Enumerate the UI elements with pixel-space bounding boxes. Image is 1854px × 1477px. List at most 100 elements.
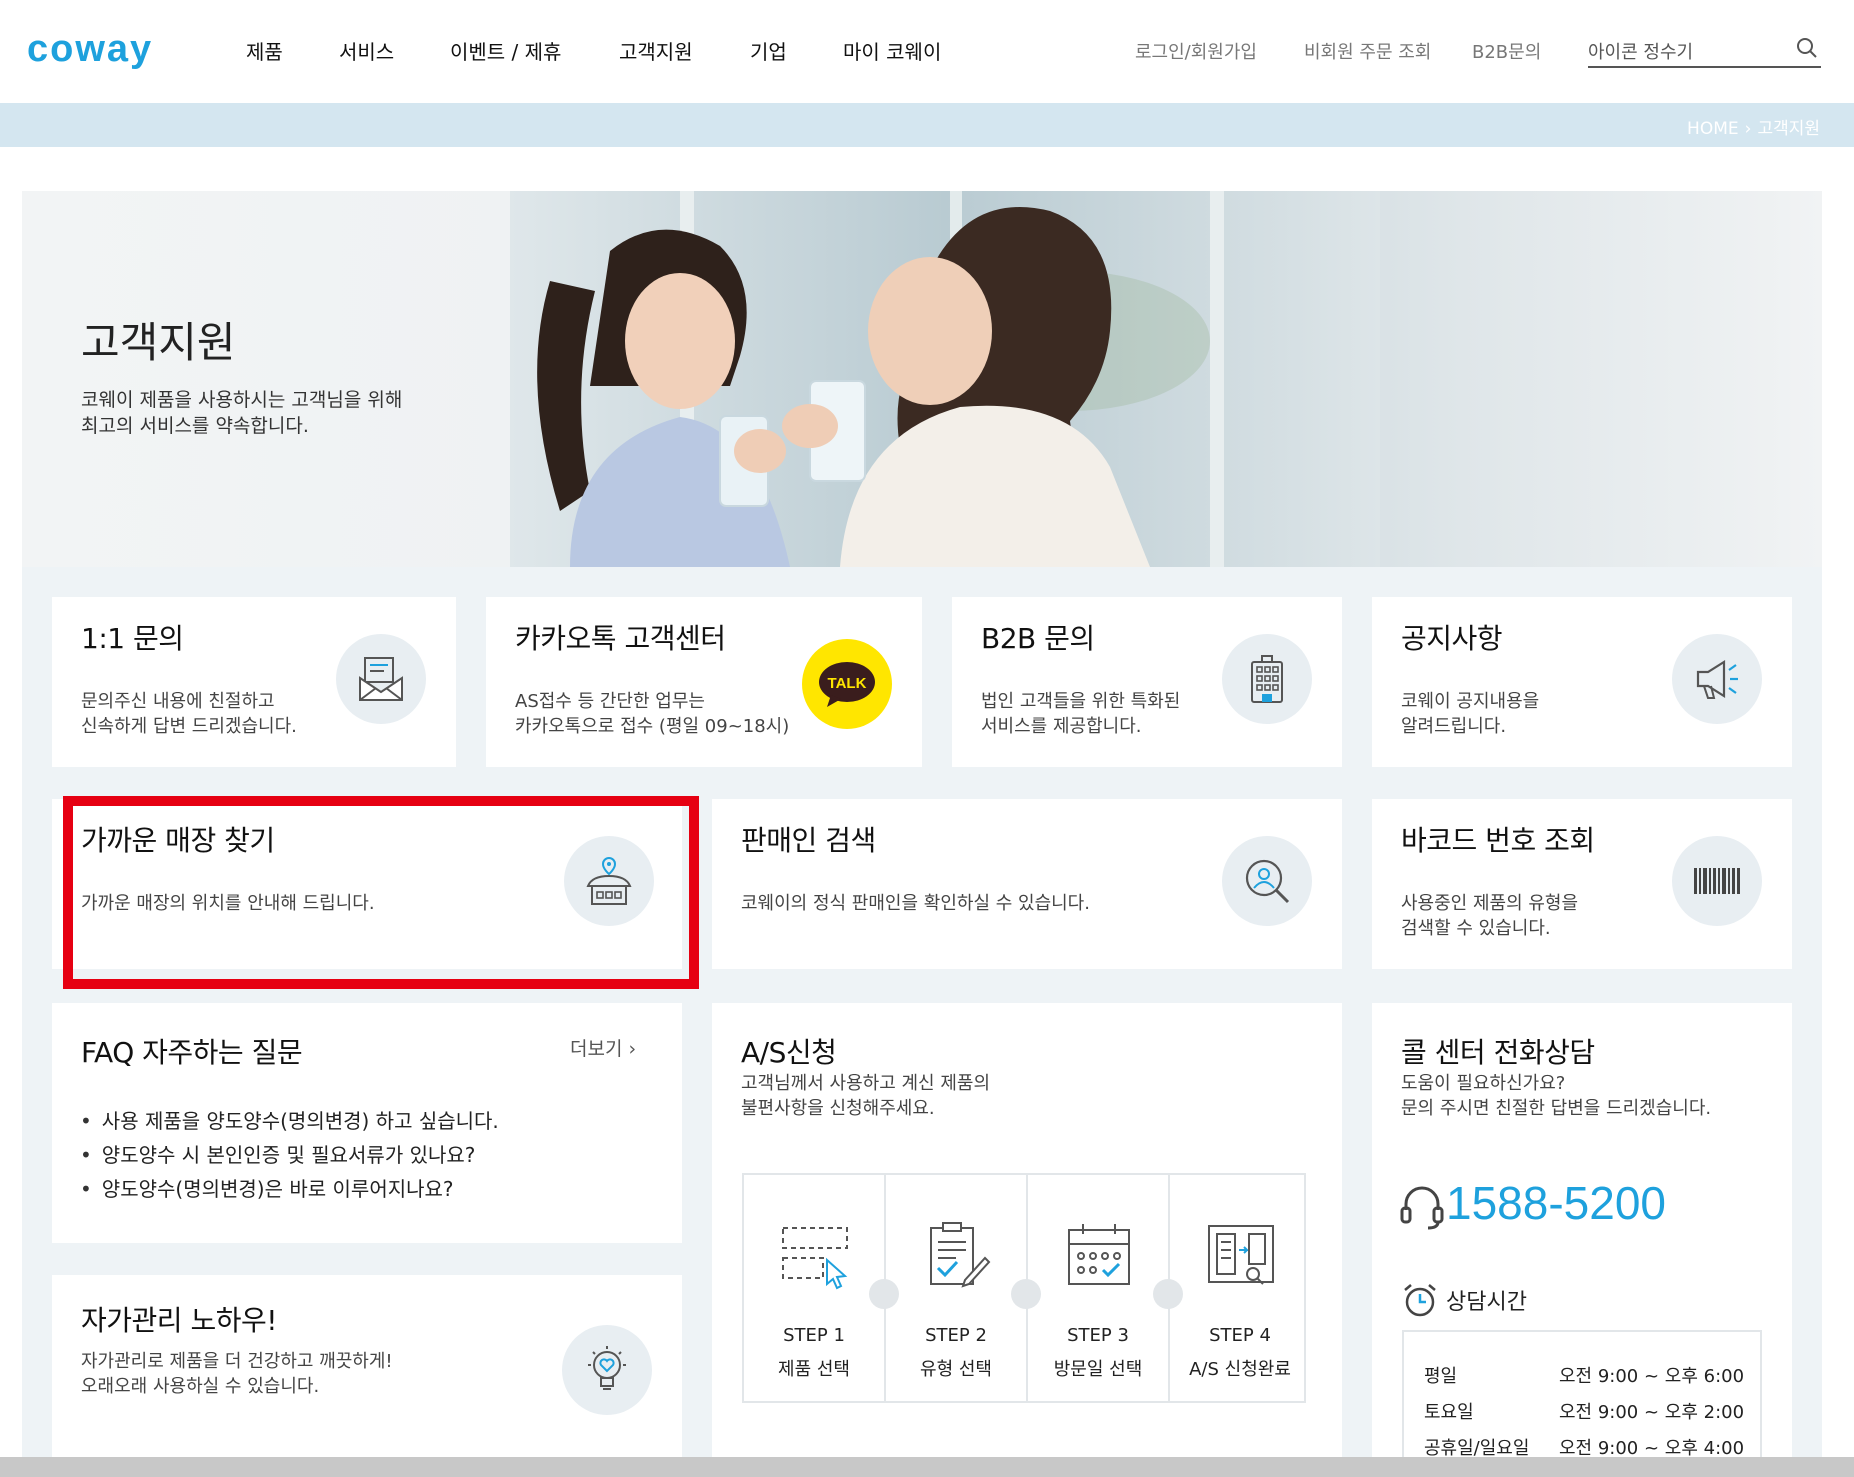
menu-my-coway[interactable]: 마이 코웨이 — [843, 36, 941, 65]
step-number: STEP 2 — [925, 1325, 987, 1346]
kakao-card[interactable]: 카카오톡 고객센터 AS접수 등 간단한 업무는 카카오톡으로 접수 (평일 0… — [486, 597, 922, 767]
as-step-3[interactable]: STEP 3 방문일 선택 — [1028, 1175, 1168, 1401]
as-step-1[interactable]: STEP 1 제품 선택 — [744, 1175, 884, 1401]
as-steps: STEP 1 제품 선택 STEP 2 유형 선택 STEP 3 방문일 선택 … — [742, 1173, 1306, 1403]
menu-service[interactable]: 서비스 — [339, 36, 394, 65]
hours-day: 공휴일/일요일 — [1424, 1438, 1530, 1459]
as-step-4[interactable]: STEP 4 A/S 신청완료 — [1170, 1175, 1310, 1401]
kakao-title: 카카오톡 고객센터 — [515, 622, 726, 655]
seller-search-title: 판매인 검색 — [741, 824, 876, 857]
step-arrow-icon — [1011, 1279, 1041, 1309]
hero-description: 코웨이 제품을 사용하시는 고객님을 위해 최고의 서비스를 약속합니다. — [81, 389, 403, 437]
hours-time: 오전 9:00 ~ 오후 6:00 — [1559, 1366, 1745, 1387]
step-number: STEP 3 — [1067, 1325, 1129, 1346]
faq-item[interactable]: 사용 제품을 양도양수(명의변경) 하고 싶습니다. — [80, 1104, 499, 1138]
seller-search-card[interactable]: 판매인 검색 코웨이의 정식 판매인을 확인하실 수 있습니다. — [712, 799, 1342, 969]
notice-card[interactable]: 공지사항 코웨이 공지내용을 알려드립니다. — [1372, 597, 1792, 767]
hero-banner: 고객지원 코웨이 제품을 사용하시는 고객님을 위해 최고의 서비스를 약속합니… — [22, 191, 1822, 567]
building-icon — [1251, 655, 1283, 703]
breadcrumb-home[interactable]: HOME — [1687, 119, 1739, 139]
mail-icon — [359, 657, 403, 701]
breadcrumb: HOME › 고객지원 — [1681, 114, 1820, 139]
step-number: STEP 4 — [1209, 1325, 1271, 1346]
guest-order-link[interactable]: 비회원 주문 조회 — [1304, 38, 1431, 64]
kakao-badge-text: TALK — [828, 675, 867, 692]
seller-search-desc: 코웨이의 정식 판매인을 확인하실 수 있습니다. — [741, 893, 1090, 914]
global-header: coway 제품 서비스 이벤트 / 제휴 고객지원 기업 마이 코웨이 로그인… — [0, 0, 1854, 103]
menu-company[interactable]: 기업 — [750, 36, 787, 65]
faq-more-link[interactable]: 더보기 › — [570, 1034, 636, 1061]
phone-number[interactable]: 1588-5200 — [1446, 1176, 1666, 1230]
inquiry-icon-wrap — [336, 634, 426, 724]
coway-logo[interactable]: coway — [27, 28, 153, 71]
seller-icon-wrap — [1222, 836, 1312, 926]
call-title: 콜 센터 전화상담 — [1401, 1036, 1595, 1069]
hours-row: 평일 오전 9:00 ~ 오후 6:00 — [1424, 1362, 1744, 1388]
barcode-desc: 사용중인 제품의 유형을 검색할 수 있습니다. — [1401, 893, 1579, 939]
barcode-card[interactable]: 바코드 번호 조회 사용중인 제품의 유형을 검색할 수 있습니다. — [1372, 799, 1792, 969]
search-icon[interactable] — [1795, 36, 1819, 60]
as-desc: 고객님께서 사용하고 계신 제품의 불편사항을 신청해주세요. — [741, 1073, 991, 1119]
barcode-title: 바코드 번호 조회 — [1401, 824, 1595, 857]
step-label: A/S 신청완료 — [1189, 1359, 1291, 1380]
breadcrumb-current: 고객지원 — [1757, 119, 1820, 139]
step-arrow-icon — [869, 1279, 899, 1309]
b2b-title: B2B 문의 — [981, 622, 1095, 655]
self-care-card[interactable]: 자가관리 노하우! 자가관리로 제품을 더 건강하고 깨끗하게! 오래오래 사용… — [52, 1275, 682, 1465]
as-title: A/S신청 — [741, 1036, 837, 1069]
step-arrow-icon — [1153, 1279, 1183, 1309]
menu-customer-support[interactable]: 고객지원 — [619, 36, 693, 65]
login-link[interactable]: 로그인/회원가입 — [1135, 38, 1257, 64]
chevron-right-icon: › — [1744, 119, 1752, 139]
b2b-card[interactable]: B2B 문의 법인 고객들을 위한 특화된 서비스를 제공합니다. — [952, 597, 1342, 767]
faq-item[interactable]: 양도양수(명의변경)은 바로 이루어지나요? — [80, 1172, 499, 1206]
self-care-title: 자가관리 노하우! — [81, 1304, 277, 1337]
kakao-desc: AS접수 등 간단한 업무는 카카오톡으로 접수 (평일 09~18시) — [515, 691, 790, 737]
hero-photo — [510, 191, 1380, 567]
kakao-talk-icon: TALK — [802, 639, 892, 729]
hours-row: 토요일 오전 9:00 ~ 오후 2:00 — [1424, 1398, 1744, 1424]
barcode-icon-wrap — [1672, 836, 1762, 926]
hours-title: 상담시간 — [1446, 1290, 1527, 1315]
self-care-icon-wrap — [562, 1325, 652, 1415]
product-select-icon — [782, 1227, 848, 1290]
as-step-2[interactable]: STEP 2 유형 선택 — [886, 1175, 1026, 1401]
faq-list: 사용 제품을 양도양수(명의변경) 하고 싶습니다. 양도양수 시 본인인증 및… — [80, 1104, 499, 1206]
step-label: 방문일 선택 — [1053, 1359, 1143, 1380]
headset-icon — [1400, 1186, 1444, 1230]
search-value: 아이콘 정수기 — [1588, 42, 1694, 63]
step-number: STEP 1 — [783, 1325, 845, 1346]
b2b-link[interactable]: B2B문의 — [1472, 38, 1541, 64]
person-search-icon — [1245, 859, 1290, 904]
document-complete-icon — [1208, 1225, 1274, 1285]
hours-day: 평일 — [1424, 1366, 1458, 1387]
faq-item[interactable]: 양도양수 시 본인인증 및 필요서류가 있나요? — [80, 1138, 499, 1172]
breadcrumb-bar: HOME › 고객지원 — [0, 103, 1854, 147]
hours-time: 오전 9:00 ~ 오후 2:00 — [1559, 1402, 1745, 1423]
menu-event[interactable]: 이벤트 / 제휴 — [450, 36, 561, 65]
horizontal-scrollbar[interactable] — [0, 1457, 1854, 1477]
faq-title: FAQ 자주하는 질문 — [81, 1036, 303, 1069]
notice-title: 공지사항 — [1401, 622, 1503, 655]
search-input[interactable]: 아이콘 정수기 — [1588, 30, 1821, 68]
notice-icon-wrap — [1672, 634, 1762, 724]
hours-day: 토요일 — [1424, 1402, 1474, 1423]
hours-table: 평일 오전 9:00 ~ 오후 6:00 토요일 오전 9:00 ~ 오후 2:… — [1402, 1330, 1762, 1477]
self-care-desc: 자가관리로 제품을 더 건강하고 깨끗하게! 오래오래 사용하실 수 있습니다. — [81, 1351, 393, 1397]
menu-products[interactable]: 제품 — [246, 36, 283, 65]
call-desc: 도움이 필요하신가요? 문의 주시면 친절한 답변을 드리겠습니다. — [1401, 1073, 1712, 1119]
b2b-icon-wrap — [1222, 634, 1312, 724]
inquiry-card[interactable]: 1:1 문의 문의주신 내용에 친절하고 신속하게 답변 드리겠습니다. — [52, 597, 456, 767]
inquiry-desc: 문의주신 내용에 친절하고 신속하게 답변 드리겠습니다. — [81, 691, 297, 737]
page-title: 고객지원 — [81, 318, 236, 367]
checklist-icon — [930, 1222, 991, 1288]
b2b-desc: 법인 고객들을 위한 특화된 서비스를 제공합니다. — [981, 691, 1181, 737]
step-label: 유형 선택 — [920, 1359, 992, 1380]
calendar-icon — [1068, 1224, 1130, 1285]
barcode-icon — [1694, 868, 1740, 894]
store-finder-highlight — [63, 796, 699, 989]
megaphone-icon — [1696, 660, 1738, 699]
alarm-clock-icon — [1404, 1284, 1436, 1317]
lightbulb-heart-icon — [588, 1346, 626, 1390]
step-label: 제품 선택 — [778, 1359, 850, 1380]
